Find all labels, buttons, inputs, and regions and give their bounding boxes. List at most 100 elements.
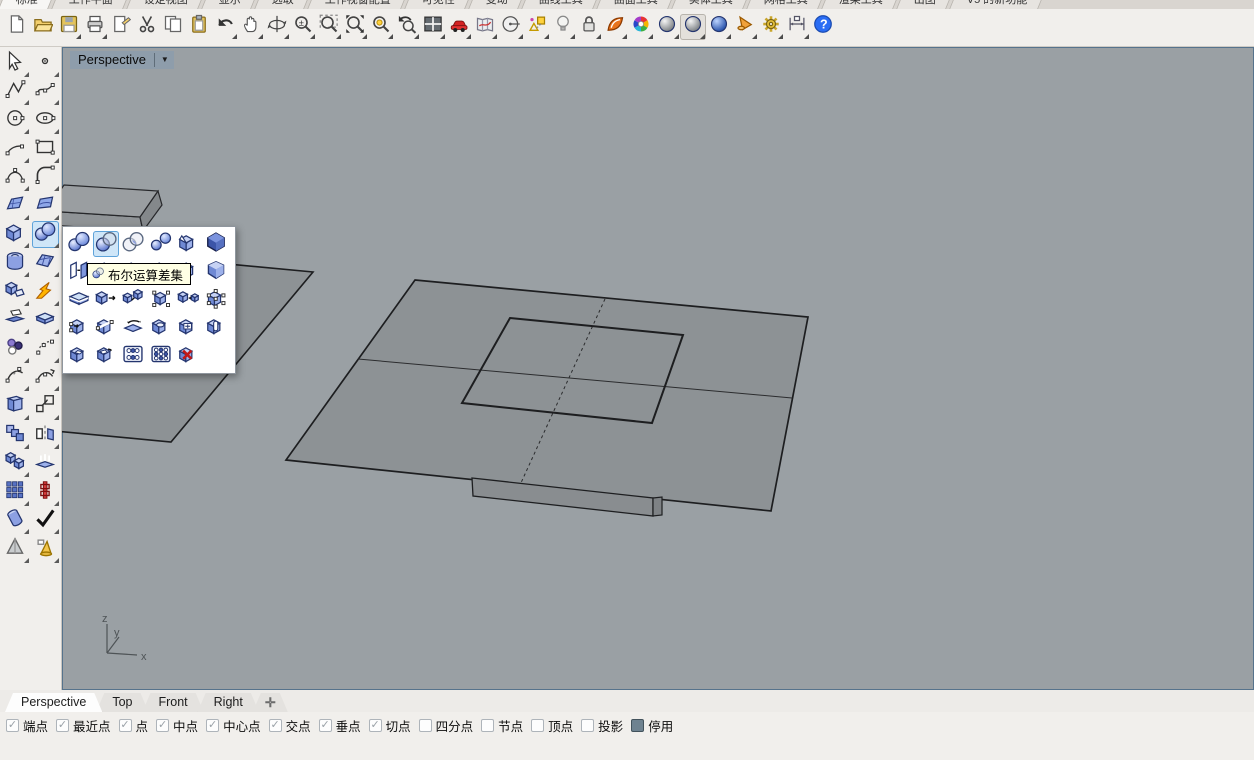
box-on-left-plane[interactable] (62, 185, 162, 231)
sidebar-tool-box[interactable] (2, 221, 29, 248)
osnap-checkbox[interactable]: ✓ (269, 719, 282, 732)
viewport-tab-perspective[interactable]: Perspective (5, 693, 102, 712)
flyout-tool-shell-box[interactable] (175, 231, 201, 257)
flyout-tool-cage-points[interactable] (203, 287, 229, 313)
flyout-tool-move-edge[interactable] (66, 315, 92, 341)
toolbar-group-tab[interactable]: 实体工具 (671, 0, 751, 9)
flyout-tool-boolean-difference[interactable] (93, 231, 119, 257)
flyout-tool-boolean-intersection[interactable] (120, 231, 146, 257)
osnap-checkbox[interactable] (481, 719, 494, 732)
flyout-tool-boolean-union[interactable] (66, 231, 92, 257)
shaded-display-button[interactable] (602, 14, 628, 40)
rotate-view-button[interactable] (264, 14, 290, 40)
flyout-tool-shrink-solid[interactable] (148, 287, 174, 313)
sidebar-tool-pipe-array[interactable] (32, 479, 59, 506)
zoom-selected-button[interactable] (368, 14, 394, 40)
toolbar-group-tab[interactable]: 网格工具 (746, 0, 826, 9)
cplane-disc-button[interactable] (498, 14, 524, 40)
perspective-viewport[interactable]: z y x Perspective ▼ 布尔运算差集 (62, 47, 1254, 690)
toolbar-group-tab[interactable]: 曲线工具 (521, 0, 601, 9)
flyout-tool-rotate-face[interactable] (120, 315, 146, 341)
save-file-button[interactable] (56, 14, 82, 40)
options-gears-button[interactable] (758, 14, 784, 40)
sidebar-tool-check-ok[interactable] (32, 507, 59, 534)
sidebar-tool-patch-surface[interactable] (32, 193, 59, 220)
flyout-tool-hexcube-solid[interactable] (203, 259, 229, 285)
pan-view-button[interactable] (238, 14, 264, 40)
rendered-sphere-button[interactable] (706, 14, 732, 40)
print-button[interactable] (82, 14, 108, 40)
paste-button[interactable] (186, 14, 212, 40)
sidebar-tool-pyramid[interactable] (2, 536, 29, 563)
zoom-window-button[interactable] (316, 14, 342, 40)
sidebar-tool-fillet-curve[interactable] (32, 164, 59, 191)
toolbar-group-tab[interactable]: 标准 (0, 0, 56, 9)
sidebar-tool-mirror[interactable] (32, 422, 59, 449)
flyout-tool-extrude-face[interactable] (93, 287, 119, 313)
undo-button[interactable] (212, 14, 238, 40)
sidebar-tool-polyline[interactable] (2, 78, 29, 105)
sidebar-tool-chamfer-solid[interactable] (2, 307, 29, 334)
toolbar-group-tab[interactable]: 曲面工具 (596, 0, 676, 9)
edit-page-button[interactable] (108, 14, 134, 40)
sidebar-tool-slab[interactable] (32, 307, 59, 334)
flyout-tool-hole-grid-dense[interactable] (148, 343, 174, 369)
help-button[interactable]: ? (810, 14, 836, 40)
flyout-tool-make-hole[interactable] (148, 315, 174, 341)
flyout-tool-pipe-hole[interactable] (203, 315, 229, 341)
sidebar-tool-light-lamp[interactable] (32, 450, 59, 477)
toolbar-group-tab[interactable]: 设定视图 (126, 0, 206, 9)
osnap-checkbox[interactable]: ✓ (319, 719, 332, 732)
sidebar-tool-explode[interactable] (32, 279, 59, 306)
sidebar-tool-arc[interactable] (2, 136, 29, 163)
toolbar-group-tab[interactable]: V5 的新功能 (949, 0, 1046, 9)
sidebar-tool-fillet-solid[interactable] (2, 279, 29, 306)
chevron-down-icon[interactable]: ▼ (159, 55, 171, 64)
sidebar-tool-array-grid[interactable] (2, 479, 29, 506)
sidebar-tool-conic-curve[interactable] (2, 164, 29, 191)
sidebar-tool-circle[interactable] (2, 107, 29, 134)
flyout-tool-corner-box[interactable] (66, 343, 92, 369)
osnap-checkbox[interactable]: ✓ (56, 719, 69, 732)
named-view-car-button[interactable] (446, 14, 472, 40)
sidebar-tool-point-cloud[interactable] (32, 336, 59, 363)
flyout-tool-slice-box[interactable] (93, 315, 119, 341)
flyout-tool-delete-hole[interactable] (175, 343, 201, 369)
sidebar-tool-extrude-solid[interactable] (2, 393, 29, 420)
viewport-layout-button[interactable] (420, 14, 446, 40)
sidebar-tool-point-colors[interactable] (2, 336, 29, 363)
toolbar-group-tab[interactable]: 可见性 (404, 0, 473, 9)
viewport-tab-front[interactable]: Front (142, 693, 203, 712)
osnap-checkbox[interactable] (581, 719, 594, 732)
toolbar-group-tab[interactable]: 工作平面 (51, 0, 131, 9)
osnap-checkbox[interactable]: ✓ (369, 719, 382, 732)
flyout-tool-hole-grid[interactable] (120, 343, 146, 369)
open-file-button[interactable] (30, 14, 56, 40)
sidebar-tool-rebuild-curve[interactable] (32, 364, 59, 391)
viewport-tab-right[interactable]: Right (198, 693, 259, 712)
sidebar-tool-ellipse[interactable] (32, 107, 59, 134)
zoom-previous-button[interactable] (394, 14, 420, 40)
ghosted-sphere-button[interactable] (680, 14, 706, 40)
sidebar-tool-scale[interactable] (32, 393, 59, 420)
scene-canvas[interactable]: z y x (62, 47, 1254, 690)
osnap-checkbox[interactable]: ✓ (206, 719, 219, 732)
toolbar-group-tab[interactable]: 显示 (201, 0, 259, 9)
toolbar-group-tab[interactable]: 渲染工具 (821, 0, 901, 9)
flyout-tool-text-solid[interactable] (175, 315, 201, 341)
new-file-button[interactable] (4, 14, 30, 40)
osnap-checkbox[interactable]: ✓ (6, 719, 19, 732)
flyout-tool-corner-box-2[interactable] (93, 343, 119, 369)
flyout-tool-hex-solid[interactable] (203, 231, 229, 257)
sidebar-tool-select-arrow[interactable] (2, 50, 29, 77)
lamp-button[interactable] (550, 14, 576, 40)
zoom-extents-button[interactable] (342, 14, 368, 40)
sidebar-tool-array-box[interactable] (2, 450, 29, 477)
sidebar-tool-tube[interactable] (2, 250, 29, 277)
toolbar-group-tab[interactable]: 出图 (896, 0, 954, 9)
toolbar-group-tab[interactable]: 选取 (254, 0, 312, 9)
sidebar-tool-boolean-sphere[interactable] (32, 221, 59, 248)
flyout-tool-boolean-split[interactable] (148, 231, 174, 257)
toolbar-group-tab[interactable]: 工作视窗配置 (307, 0, 409, 9)
dimension-button[interactable] (784, 14, 810, 40)
